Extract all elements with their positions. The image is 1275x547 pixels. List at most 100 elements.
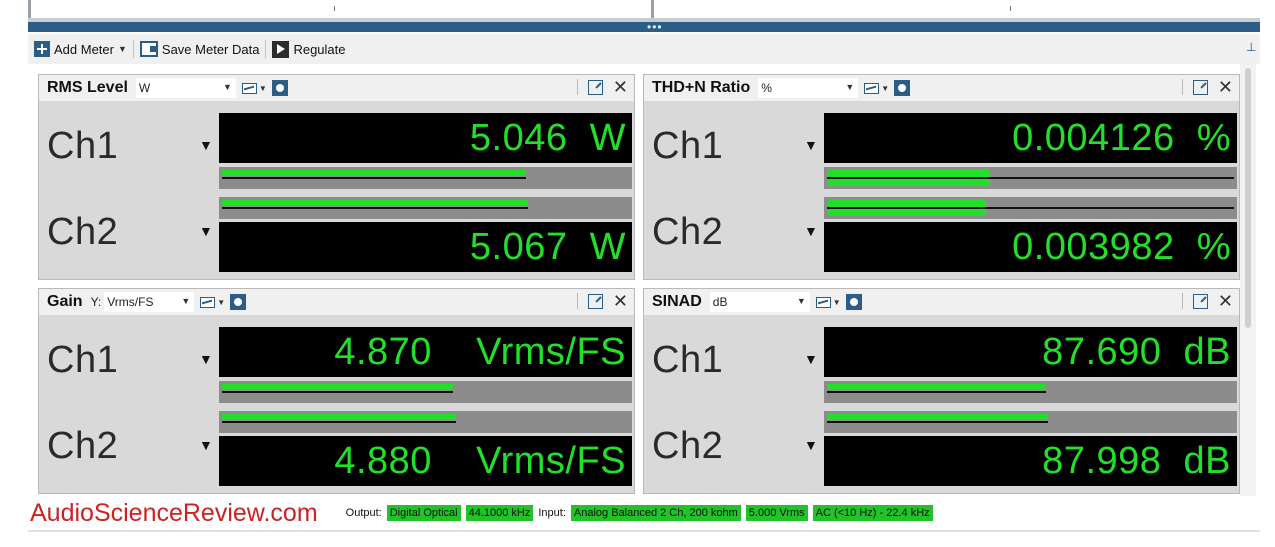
graph-button[interactable]: ▼	[864, 79, 890, 97]
divider	[1181, 79, 1183, 95]
play-icon	[272, 40, 290, 58]
popout-icon[interactable]	[587, 293, 603, 309]
level-bar	[219, 167, 632, 189]
close-icon[interactable]: ✕	[1218, 78, 1233, 96]
regulate-label: Regulate	[293, 41, 346, 57]
channel-dropdown-icon[interactable]: ▼	[804, 223, 818, 239]
close-icon[interactable]: ✕	[613, 292, 628, 310]
divider	[1181, 293, 1183, 309]
level-bar	[824, 197, 1237, 219]
level-bar	[219, 197, 632, 219]
popout-icon[interactable]	[1192, 79, 1208, 95]
channel-row-ch1: Ch1 ▼ 87.690 dB	[644, 327, 1239, 409]
close-icon[interactable]: ✕	[1218, 292, 1233, 310]
save-meter-data-button[interactable]: Save Meter Data	[134, 34, 266, 64]
close-icon[interactable]: ✕	[613, 78, 628, 96]
panel-header: THD+N Ratio % ▼ ▼ ✕	[644, 75, 1239, 101]
tick-mark	[1010, 6, 1011, 11]
panel-header: RMS Level W ▼ ▼ ✕	[39, 75, 634, 101]
panel-window-controls: ✕	[1181, 78, 1233, 96]
channel-label: Ch2	[652, 425, 724, 467]
popout-icon[interactable]	[1192, 293, 1208, 309]
unit-select-value: Vrms/FS	[107, 295, 154, 309]
level-bar	[824, 167, 1237, 189]
left-edge	[28, 0, 31, 18]
panel-title: SINAD	[652, 293, 702, 310]
input-level-badge[interactable]: 5.000 Vrms	[745, 505, 808, 521]
gear-icon[interactable]	[230, 294, 247, 310]
channel-dropdown-icon[interactable]: ▼	[804, 137, 818, 153]
graph-button[interactable]: ▼	[200, 293, 226, 311]
panel-window-controls: ✕	[576, 78, 628, 96]
splitter-bar[interactable]	[28, 22, 1260, 32]
vertical-scrollbar[interactable]	[1240, 64, 1256, 496]
meter-reading: 5.067 W	[219, 222, 632, 272]
add-meter-label: Add Meter	[54, 41, 114, 57]
panel-window-controls: ✕	[576, 292, 628, 310]
meter-reading: 87.690 dB	[824, 327, 1237, 377]
meter-reading: 4.870 Vrms/FS	[219, 327, 632, 377]
level-bar-fill	[222, 384, 454, 390]
bottom-divider	[28, 530, 1260, 532]
meter-reading: 0.003982 %	[824, 222, 1237, 272]
gear-icon[interactable]	[271, 80, 288, 96]
divider	[576, 79, 578, 95]
unit-prefix: Y:	[90, 295, 102, 309]
channel-dropdown-icon[interactable]: ▼	[804, 437, 818, 453]
level-bar-line	[827, 207, 1234, 209]
channel-dropdown-icon[interactable]: ▼	[199, 437, 213, 453]
graph-button[interactable]: ▼	[241, 79, 268, 97]
regulate-button[interactable]: Regulate	[266, 34, 351, 64]
gear-icon[interactable]	[845, 294, 862, 310]
panel-header: Gain Y: Vrms/FS ▼ ▼ ✕	[39, 289, 634, 315]
pin-icon[interactable]: ⊥	[1246, 40, 1256, 54]
chevron-down-icon: ▼	[881, 83, 890, 93]
meter-reading: 0.004126 %	[824, 113, 1237, 163]
level-bar-line	[827, 177, 1234, 179]
meter-reading: 87.998 dB	[824, 436, 1237, 486]
graph-icon	[200, 296, 216, 308]
channel-dropdown-icon[interactable]: ▼	[199, 137, 213, 153]
level-bar-fill	[222, 200, 528, 206]
channel-row-ch2: Ch2 ▼ 5.067 W	[39, 195, 634, 277]
channel-dropdown-icon[interactable]: ▼	[804, 351, 818, 367]
popout-icon[interactable]	[587, 79, 603, 95]
sinad-panel: SINAD dB ▼ ▼ ✕ Ch1 ▼ 87.690 dB Ch2 ▼ 87.…	[643, 288, 1240, 494]
unit-select[interactable]: W ▼	[135, 78, 236, 98]
scrollbar-thumb[interactable]	[1245, 68, 1251, 328]
channel-row-ch2: Ch2 ▼ 87.998 dB	[644, 409, 1239, 491]
toolbar: Add Meter ▼ Save Meter Data Regulate ⊥	[28, 34, 1260, 64]
meter-reading: 5.046 W	[219, 113, 632, 163]
channel-row-ch1: Ch1 ▼ 4.870 Vrms/FS	[39, 327, 634, 409]
channel-label: Ch2	[652, 211, 724, 253]
channel-label: Ch2	[47, 425, 119, 467]
unit-select[interactable]: % ▼	[758, 78, 859, 98]
unit-select[interactable]: dB ▼	[709, 292, 810, 312]
chevron-down-icon: ▼	[217, 297, 226, 307]
panel-window-controls: ✕	[1181, 292, 1233, 310]
grip-dots-icon[interactable]: •••	[647, 20, 663, 34]
chevron-down-icon: ▼	[258, 83, 267, 93]
channel-row-ch2: Ch2 ▼ 4.880 Vrms/FS	[39, 409, 634, 491]
input-label: Input:	[538, 507, 566, 519]
graph-icon	[241, 82, 257, 94]
level-bar-line	[827, 391, 1047, 393]
gear-icon[interactable]	[894, 80, 911, 96]
output-device-badge[interactable]: Digital Optical	[386, 505, 461, 521]
channel-label: Ch1	[47, 339, 119, 381]
splitter-edge[interactable]	[651, 0, 654, 18]
output-rate-badge[interactable]: 44.1000 kHz	[465, 505, 534, 521]
input-coupling-badge[interactable]: AC (<10 Hz) - 22.4 kHz	[812, 505, 933, 521]
add-meter-button[interactable]: Add Meter ▼	[28, 34, 133, 64]
top-strip: •••	[0, 0, 1275, 34]
channel-dropdown-icon[interactable]: ▼	[199, 351, 213, 367]
save-icon	[139, 41, 158, 57]
input-device-badge[interactable]: Analog Balanced 2 Ch, 200 kohm	[570, 505, 741, 521]
level-bar	[824, 381, 1237, 403]
unit-select[interactable]: Vrms/FS ▼	[104, 292, 195, 312]
channel-dropdown-icon[interactable]: ▼	[199, 223, 213, 239]
graph-button[interactable]: ▼	[815, 293, 842, 311]
gain-panel: Gain Y: Vrms/FS ▼ ▼ ✕ Ch1 ▼ 4.870 Vrms/F…	[38, 288, 635, 494]
thdn-ratio-panel: THD+N Ratio % ▼ ▼ ✕ Ch1 ▼ 0.004126 % Ch2…	[643, 74, 1240, 280]
level-bar-line	[222, 207, 528, 209]
